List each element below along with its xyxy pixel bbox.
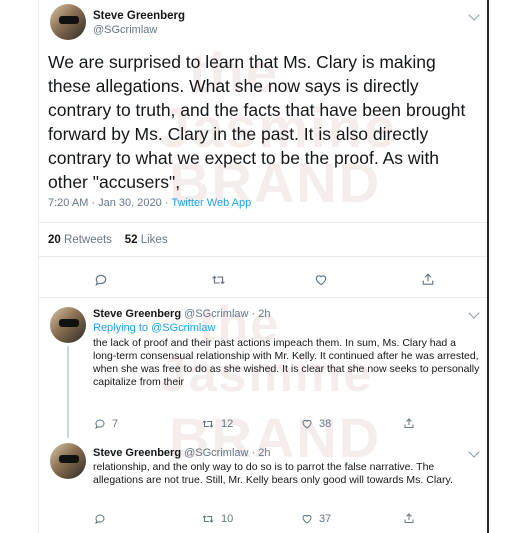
reply-header: Steve Greenberg @SGcrimlaw · 2h: [93, 308, 270, 320]
reply-icon: [95, 274, 107, 286]
likes-stat[interactable]: 52 Likes: [125, 234, 168, 246]
avatar[interactable]: [50, 4, 86, 40]
thread-line: [67, 346, 69, 438]
like-button[interactable]: 38: [301, 418, 331, 430]
retweet-button[interactable]: 12: [201, 418, 233, 430]
share-button[interactable]: [403, 417, 415, 430]
retweet-count: 10: [221, 513, 234, 525]
reply-icon: [95, 419, 105, 429]
like-count: 38: [319, 418, 332, 430]
like-icon: [302, 514, 312, 524]
retweet-button[interactable]: [211, 273, 226, 287]
like-count: 37: [319, 513, 332, 525]
author-handle[interactable]: @SGcrimlaw · 2h: [184, 447, 270, 459]
chevron-down-icon[interactable]: [468, 307, 480, 319]
author-name[interactable]: Steve Greenberg: [93, 10, 185, 22]
author-name[interactable]: Steve Greenberg: [93, 447, 181, 459]
retweet-button[interactable]: 10: [201, 513, 233, 525]
like-button[interactable]: [314, 273, 328, 287]
author-handle[interactable]: @SGcrimlaw: [93, 24, 157, 36]
share-button[interactable]: [403, 512, 415, 525]
reply-text: the lack of proof and their past actions…: [93, 337, 480, 388]
reply-button[interactable]: 7: [94, 418, 118, 430]
replying-to[interactable]: Replying to @SGcrimlaw: [93, 322, 215, 334]
tweet-timestamp: 7:20 AM · Jan 30, 2020 · Twitter Web App: [48, 197, 251, 209]
tweet-thread: the Jasmine BRAND the Jasmine BRAND Stev…: [38, 0, 489, 533]
retweet-icon: [212, 275, 225, 285]
reply-button[interactable]: [94, 273, 108, 287]
avatar[interactable]: [50, 443, 86, 479]
like-icon: [315, 275, 327, 286]
divider: [39, 256, 487, 257]
tweet-time[interactable]: 7:20 AM · Jan 30, 2020 ·: [48, 197, 171, 209]
retweets-stat[interactable]: 20 Retweets: [48, 234, 112, 246]
divider: [39, 297, 487, 298]
share-icon: [404, 513, 414, 523]
reply-header: Steve Greenberg @SGcrimlaw · 2h: [93, 447, 270, 459]
reply-icon: [95, 514, 105, 524]
author-handle[interactable]: @SGcrimlaw · 2h: [184, 308, 270, 320]
chevron-down-icon[interactable]: [468, 9, 480, 21]
divider: [39, 222, 487, 223]
retweet-count: 12: [221, 418, 234, 430]
avatar[interactable]: [50, 307, 86, 343]
tweet-text: We are surprised to learn that Ms. Clary…: [48, 52, 466, 192]
share-icon: [404, 418, 414, 428]
share-button[interactable]: [421, 272, 435, 287]
retweet-icon: [202, 420, 214, 428]
share-icon: [422, 273, 434, 285]
reply-count: 7: [112, 418, 119, 430]
reply-button[interactable]: [94, 513, 112, 525]
like-icon: [302, 419, 312, 429]
reply-text: relationship, and the only way to do so …: [93, 461, 453, 486]
tweet-source-app[interactable]: Twitter Web App: [171, 197, 251, 209]
author-name[interactable]: Steve Greenberg: [93, 308, 181, 320]
chevron-down-icon[interactable]: [468, 446, 480, 458]
retweet-icon: [202, 515, 214, 523]
tweet-stats: 20 Retweets 52 Likes: [48, 234, 168, 246]
like-button[interactable]: 37: [301, 513, 331, 525]
